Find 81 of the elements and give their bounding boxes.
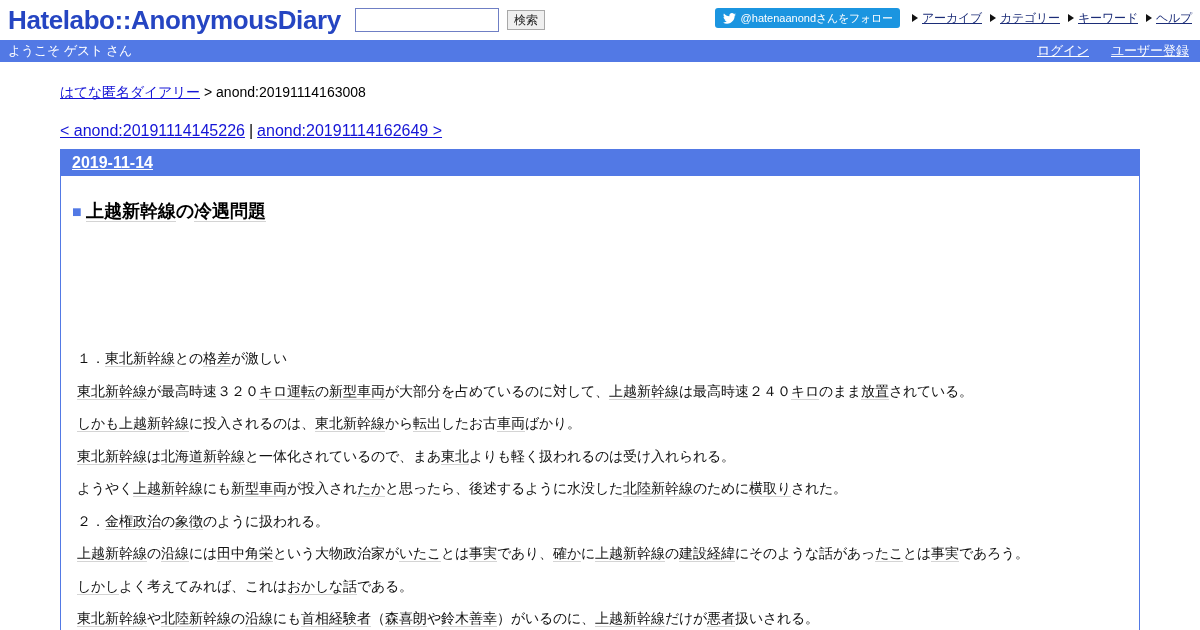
bird-icon [722,12,736,24]
keyword-link[interactable]: しかも [77,415,119,432]
keyword-link[interactable]: 北陸新幹線 [161,610,231,627]
keyword-link[interactable]: 象徴 [175,512,203,530]
breadcrumb-current: > anond:20191114163008 [204,84,366,101]
keyword-link[interactable]: 上越新幹線 [595,545,665,562]
paragraph: 東北新幹線は北海道新幹線 と一体化されているので、まあ東北よりも軽く扱われるのは受け入れられる。 [77,446,736,467]
keyword-link[interactable]: 上越新幹線 [609,382,679,400]
date-link[interactable]: 2019-11-14 [72,154,153,171]
keyword-link[interactable]: 上越新幹線 [133,480,203,497]
keyword-link[interactable]: 車両 [497,415,525,432]
keyword-link[interactable]: しかし [77,577,119,595]
keyword-link[interactable]: 森喜朗 [385,610,427,627]
nav-link[interactable]: カテゴリー [1000,9,1060,27]
nav-link[interactable]: アーカイブ [922,9,982,27]
triangle-icon [990,14,996,22]
nav-link[interactable]: ヘルプ [1156,9,1192,27]
next-link[interactable]: anond:20191114162649 > [257,121,443,140]
keyword-link[interactable]: 経緯 [707,545,735,562]
keyword-link[interactable]: 東北新幹線 [77,447,147,465]
keyword-link[interactable]: 東北新幹線 [77,382,147,400]
keyword-link[interactable]: おかしな話 [287,577,357,595]
keyword-link[interactable]: キロ [791,382,819,400]
user-link[interactable]: ログイン [1037,41,1089,61]
search-field[interactable] [354,8,499,32]
keyword-link[interactable]: 東北新幹線 [77,610,147,627]
prev-link[interactable]: < anond:20191114145226 [60,121,245,140]
keyword-link[interactable]: 金権政治 [105,512,161,530]
keyword-link[interactable]: 北海道新幹線 [161,447,245,465]
keyword-link[interactable]: 上越新幹線 [595,610,665,627]
keyword-link[interactable]: 東北 [441,447,469,465]
nav-link[interactable]: キーワード [1078,9,1138,27]
triangle-icon [1068,14,1074,22]
keyword-link[interactable]: 北陸新幹線 [623,480,693,497]
search-button[interactable]: 検索 [506,10,545,30]
keyword-link[interactable]: 沿線 [245,610,273,627]
breadcrumb-link[interactable]: はてな匿名ダイアリー [60,84,200,101]
keyword-link[interactable]: 事実 [931,545,959,562]
paragraph: 上越新幹線の沿線には田中角栄という大物政治家がいたこ とは事実であり、確かに上越新幹線の建設経緯にそのような話があっ たこ とは事実であろう。 [77,544,1030,564]
keyword-link[interactable]: 車両 [357,382,385,400]
keyword-link[interactable]: 沿線 [161,545,189,562]
keyword-link[interactable]: 東北新幹線 [105,350,175,367]
paragraph: 東北新幹線が最高時速３２０ キロ運転の新型車両が大部分を占めているのに対して、上越新幹線は最高時速２４０ キロのまま放置されている。 [77,381,974,402]
keyword-link[interactable]: 建設 [679,545,707,562]
pager-separator: | [248,121,254,140]
keyword-link[interactable]: 上越新幹線 [119,415,189,432]
keyword-link[interactable]: 東北新幹線 [315,415,385,432]
permalink[interactable]: ■ [72,199,82,225]
keyword-link[interactable]: 新型 [329,382,357,400]
user-link[interactable]: ユーザー登録 [1111,41,1189,61]
keyword-link[interactable]: 放置 [861,382,889,400]
keyword-link[interactable]: 転出 [413,415,441,432]
greeting-text: ようこそ ゲスト さん [8,42,133,61]
paragraph: 東北新幹線や北陸新幹線の沿線にも首相経験者（森喜朗や鈴木善幸）がいるのに、上越新幹線だけが悪者扱いされる。 [77,609,820,629]
keyword-link[interactable]: 冷遇問題 [193,201,266,222]
keyword-link[interactable]: 車両 [259,480,287,497]
site-logo[interactable]: Hatelabo::AnonymousDiary [8,5,341,35]
keyword-link[interactable]: いたこ [399,545,441,562]
keyword-link[interactable]: 格差 [203,350,231,367]
keyword-link[interactable]: 新型 [231,480,259,497]
keyword-link[interactable]: 経験者 [329,610,371,627]
keyword-link[interactable]: たこ [875,545,903,562]
keyword-link[interactable]: 田中角栄 [217,545,273,562]
keyword-link[interactable]: 横取り [749,480,791,497]
keyword-link[interactable]: 確か [553,545,581,562]
keyword-link[interactable]: 上越新幹線 [77,545,147,562]
triangle-icon [1146,14,1152,22]
paragraph: しかも上越新幹線に投入されるのは、東北新幹線から転出 したお古車両ばかり。 [77,414,582,434]
paragraph: ようやく上越新幹線にも新型車両が投入されたかと思ったら、後述するように水没した北陸新幹線のために横取り された。 [77,479,848,499]
keyword-link[interactable]: 悪者 [707,610,735,627]
keyword-link[interactable]: 鈴木善幸 [441,610,497,627]
entry-title: 上越新幹線の冷遇問題 [85,200,266,224]
keyword-link[interactable]: 事実 [469,545,497,562]
keyword-link[interactable]: キロ運転 [259,382,315,400]
paragraph: しかし よく考えてみれば、これはおかしな話である。 [77,576,414,597]
keyword-link[interactable]: 上越新幹線 [85,201,176,222]
triangle-icon [912,14,918,22]
keyword-link[interactable]: たか [357,480,385,497]
paragraph: １．東北新幹線 との格差が激しい [77,349,288,369]
keyword-link[interactable]: 首相 [301,610,329,627]
paragraph: ２．金権政治の象徴のように扱われる。 [77,511,330,532]
